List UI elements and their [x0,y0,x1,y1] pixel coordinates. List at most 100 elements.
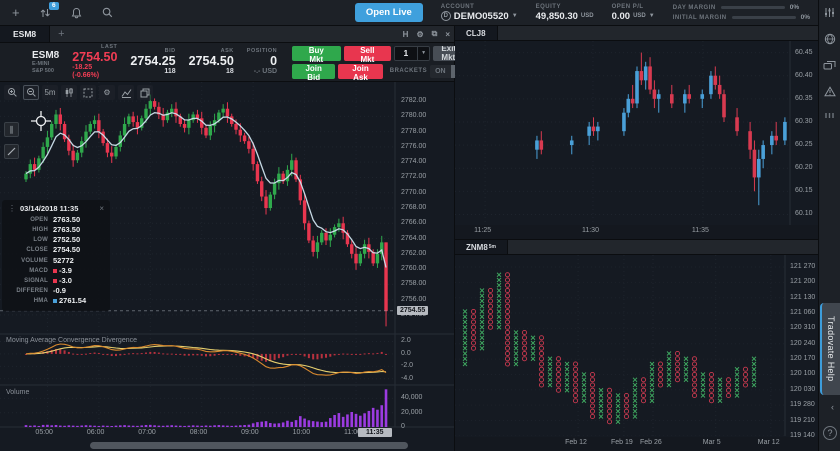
price-tick: 121 270 [790,263,815,270]
right-column: CLJ8 60.4560.4060.3560.3060.2560.2060.15… [455,26,818,451]
side-strip: Tradovate Help ‹ ? [818,0,840,451]
select-region-icon[interactable] [80,85,96,100]
clj8-chart[interactable]: 60.4560.4060.3560.3060.2560.2060.1560.10 [455,41,818,225]
time-tick: 07:00 [138,429,156,436]
tooltip-row: LOW2752.50 [8,235,104,245]
price-tick: 120 030 [790,386,815,393]
equity-readout: EQUITY 49,850.30USD [536,4,594,22]
tooltip-date: 03/14/2018 11:35 [20,204,95,213]
price-tick: 60.20 [795,164,813,171]
znm8-panel: ZNM85m 121 270121 200121 130121 060120 3… [455,240,818,451]
panel-settings-icon[interactable]: ⚙ [412,30,427,39]
tooltip-row: VOLUME52772 [8,256,104,266]
volume-tick: 40,000 [401,394,422,401]
indicators-icon[interactable] [118,85,134,100]
join-bid-button[interactable]: Join Bid [292,64,335,79]
tradovate-help-tab[interactable]: Tradovate Help [820,303,840,395]
collapse-chevron-icon[interactable]: ‹ [831,402,834,412]
price-tick: 60.10 [795,210,813,217]
help-icon[interactable]: ? [823,426,837,440]
tooltip-row: HIGH2763.50 [8,225,104,235]
znm8-chart[interactable]: 121 270121 200121 130121 060120 310120 2… [455,255,818,437]
price-tick: 60.45 [795,49,813,56]
price-tick: 119 280 [790,401,815,408]
quantity-selector[interactable]: 1 ▼ [394,46,430,61]
draw-line-tool-button[interactable] [4,144,19,159]
last-price: 2754.50 [72,50,117,64]
search-icon[interactable] [102,7,113,18]
time-tick: Feb 26 [640,439,662,446]
price-tick: 2778.00 [401,128,426,135]
data-tooltip[interactable]: ⋮ 03/14/2018 11:35 × OPEN2763.50HIGH2763… [2,200,110,311]
price-tick: 2764.00 [401,235,426,242]
volume-pane-label: Volume [6,389,29,396]
price-tick: 2758.00 [401,280,426,287]
join-ask-button[interactable]: Join Ask [338,64,382,79]
price-tick: 60.25 [795,141,813,148]
globe-icon[interactable] [824,33,836,45]
bell-icon[interactable] [71,7,82,19]
grip-icon[interactable] [825,112,834,119]
sell-mkt-button[interactable]: Sell Mkt [344,46,392,61]
add-workspace-button[interactable]: + [12,6,20,19]
price-tick: 2774.00 [401,158,426,165]
tooltip-row: OPEN2763.50 [8,215,104,225]
open-pl-value: 0.00 [612,11,631,22]
price-change: -18.25 (-0.66%) [72,64,117,80]
open-live-button[interactable]: Open Live [355,3,423,22]
price-tick: 2760.00 [401,265,426,272]
transfers-icon[interactable]: 6 [40,7,51,19]
tab-znm8[interactable]: ZNM85m [455,240,508,254]
displays-icon[interactable] [823,60,836,71]
price-tick: 2766.00 [401,219,426,226]
price-tick: 121 130 [790,294,815,301]
chevron-down-icon: ▼ [417,47,430,60]
popout-panel-icon[interactable]: ⧉ [428,29,442,39]
brackets-label: BRACKETS [390,68,427,74]
time-tick: 05:00 [35,429,53,436]
clj8-panel: CLJ8 60.4560.4060.3560.3060.2560.2060.15… [455,26,818,240]
buy-mkt-button[interactable]: Buy Mkt [292,46,340,61]
add-tab-button[interactable]: + [50,28,72,40]
timeframe-button[interactable]: 5m [42,85,58,100]
zoom-in-icon[interactable] [4,85,20,100]
esm8-trade-header: ESM8 E-MINI S&P 500 LAST 2754.50 -18.25 … [0,43,454,82]
price-tick: 121 200 [790,278,815,285]
price-tick: 2768.00 [401,204,426,211]
time-tick: 08:00 [190,429,208,436]
duplicate-chart-icon[interactable] [137,85,153,100]
chevron-down-icon: ▼ [512,13,518,19]
filters-icon[interactable] [824,7,835,18]
tab-esm8[interactable]: ESM8 [0,26,50,42]
price-tick: 120 100 [790,370,815,377]
time-tick: 11:25 [474,227,491,234]
tab-clj8[interactable]: CLJ8 [455,26,498,40]
chart-settings-icon[interactable]: ⚙ [99,85,115,100]
tooltip-close-icon[interactable]: × [99,204,104,213]
macd-tick: 2.0 [401,337,411,344]
hide-panel-button[interactable]: H [399,30,413,39]
tooltip-row: MACD-3.9 [8,266,104,276]
esm8-chart[interactable]: 5m ⚙ ∥ ⋮ 03/14/2018 11:35 × [0,82,454,451]
ask-size: 18 [226,68,234,76]
open-pl-readout[interactable]: OPEN P/L 0.00USD▼ [612,4,655,22]
brackets-on[interactable]: ON [430,65,451,78]
price-tick: 2762.00 [401,250,426,257]
zoom-out-icon[interactable] [23,85,39,100]
account-value: DEMO05520 [454,11,509,22]
current-time-tag: 11:35 [358,428,392,437]
account-selector[interactable]: ACCOUNT DDEMO05520▼ [441,4,518,22]
chart-h-scrollbar[interactable] [90,442,408,449]
price-tick: 2770.00 [401,189,426,196]
tooltip-drag-handle[interactable]: ⋮ [8,204,16,213]
price-tick: 2782.00 [401,97,426,104]
chart-type-icon[interactable] [61,85,77,100]
quantity-value: 1 [395,47,417,60]
alerts-warning-icon[interactable] [824,86,836,97]
time-tick: Mar 12 [758,439,780,446]
measure-tool-button[interactable]: ∥ [4,122,19,137]
price-tick: 60.40 [795,72,813,79]
close-panel-button[interactable]: × [441,30,454,39]
time-tick: 11:30 [582,227,599,234]
macd-tick: -2.0 [401,362,413,369]
